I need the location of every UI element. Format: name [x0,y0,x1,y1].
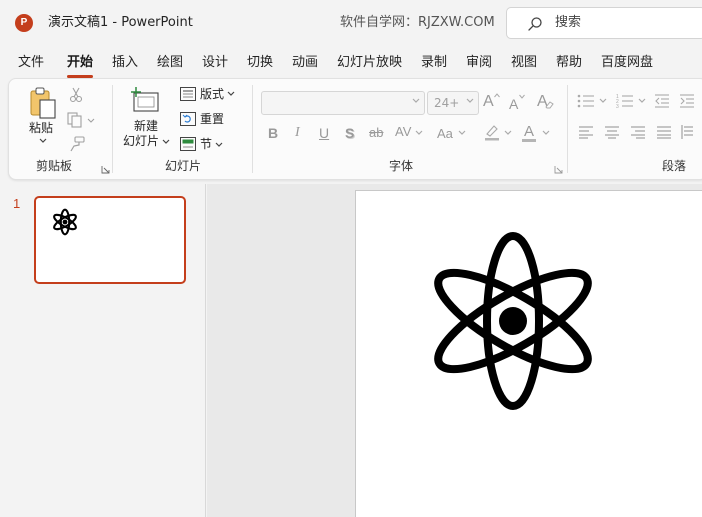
tab-insert[interactable]: 插入 [112,50,138,76]
search-icon [528,17,542,31]
new-slide-icon[interactable] [130,87,160,113]
layout-label[interactable]: 版式 [200,87,224,102]
chevron-down-icon[interactable] [466,98,474,104]
tab-slideshow[interactable]: 幻灯片放映 [337,50,402,76]
tab-file[interactable]: 文件 [18,50,44,76]
dialog-launcher-icon[interactable] [554,165,563,174]
text-shadow-button[interactable]: S [345,124,354,142]
search-box[interactable]: 搜索 [506,7,702,39]
chevron-down-icon[interactable] [215,142,223,148]
paragraph-group-label: 段落 [662,159,687,173]
tab-baidu-netdisk[interactable]: 百度网盘 [601,50,653,76]
atom-icon[interactable] [428,231,598,411]
ribbon-panel: 粘贴 剪贴板 新建 幻灯片 版式 重置 节 幻灯片 24+ A A A B I … [8,78,702,180]
tab-draw[interactable]: 绘图 [157,50,183,76]
italic-button[interactable]: I [295,124,300,142]
highlighter-icon[interactable] [483,123,501,141]
numbering-icon[interactable]: 1 2 3 [616,93,634,109]
search-placeholder: 搜索 [555,15,582,30]
powerpoint-logo-icon: P [15,14,33,32]
chevron-down-icon[interactable] [542,130,550,136]
slides-group-label: 幻灯片 [165,159,202,173]
font-size-value: 24+ [434,96,460,110]
tab-home[interactable]: 开始 [67,50,94,78]
atom-icon [53,208,77,236]
paste-label[interactable]: 粘贴 [29,121,53,136]
reset-label[interactable]: 重置 [200,112,224,127]
font-color-bar-icon [522,139,536,142]
character-spacing-button[interactable]: AV [395,123,411,141]
tab-animations[interactable]: 动画 [292,50,318,76]
paste-icon[interactable] [29,87,57,119]
grow-font-button[interactable]: A [483,93,494,111]
bold-button[interactable]: B [268,124,278,142]
slide-number: 1 [13,196,21,211]
chevron-down-icon[interactable] [599,98,607,104]
chevron-down-icon[interactable] [415,130,423,136]
font-size-combo[interactable]: 24+ [427,91,479,115]
increase-indent-icon[interactable] [679,93,695,109]
title-bar: P 演示文稿1 - PowerPoint 软件自学网：RJZXW.COM 搜索 [0,0,702,46]
strikethrough-button[interactable]: ab [369,124,383,142]
font-name-combo[interactable] [261,91,425,115]
reset-icon[interactable] [180,112,196,126]
underline-button[interactable]: U [319,124,329,142]
justify-icon[interactable] [657,125,671,139]
columns-icon[interactable] [681,124,695,140]
tab-record[interactable]: 录制 [421,50,447,76]
chevron-down-icon[interactable] [504,130,512,136]
layout-icon[interactable] [180,87,196,101]
chevron-down-icon[interactable] [227,91,235,97]
ribbon-tabs: 文件 开始 插入 绘图 设计 切换 动画 幻灯片放映 录制 审阅 视图 帮助 百… [0,50,702,78]
tab-transitions[interactable]: 切换 [247,50,273,76]
tab-review[interactable]: 审阅 [466,50,492,76]
align-left-icon[interactable] [579,125,593,139]
shrink-font-button[interactable]: A [509,95,518,113]
new-slide-label-line2[interactable]: 幻灯片 [123,134,159,149]
bullets-icon[interactable] [577,93,595,109]
decrease-indent-icon[interactable] [654,93,670,109]
copy-icon[interactable] [67,112,95,128]
chevron-down-icon[interactable] [39,138,47,144]
change-case-button[interactable]: Aa [437,125,453,143]
align-right-icon[interactable] [631,125,645,139]
chevron-down-icon[interactable] [162,139,170,145]
eraser-icon [545,101,554,109]
dialog-launcher-icon[interactable] [101,165,110,174]
tab-design[interactable]: 设计 [202,50,228,76]
clipboard-group-label: 剪贴板 [36,159,73,173]
tab-help[interactable]: 帮助 [556,50,582,76]
slide-thumbnail[interactable] [34,196,186,284]
cut-icon[interactable] [69,87,83,103]
section-icon[interactable] [180,137,196,151]
chevron-down-icon[interactable] [412,98,420,104]
watermark-text: 软件自学网：RJZXW.COM [340,15,495,30]
chevron-down-icon[interactable] [458,130,466,136]
slide-canvas[interactable] [355,190,702,517]
font-group-label: 字体 [389,159,414,173]
new-slide-label-line1[interactable]: 新建 [134,119,158,134]
format-painter-icon[interactable] [69,136,85,152]
section-label[interactable]: 节 [200,137,212,152]
chevron-down-icon[interactable] [638,98,646,104]
document-title: 演示文稿1 - PowerPoint [48,15,193,30]
svg-text:3: 3 [616,104,619,109]
align-center-icon[interactable] [605,125,619,139]
caret-up-icon [494,93,500,98]
caret-down-icon [519,94,525,99]
tab-view[interactable]: 视图 [511,50,537,76]
